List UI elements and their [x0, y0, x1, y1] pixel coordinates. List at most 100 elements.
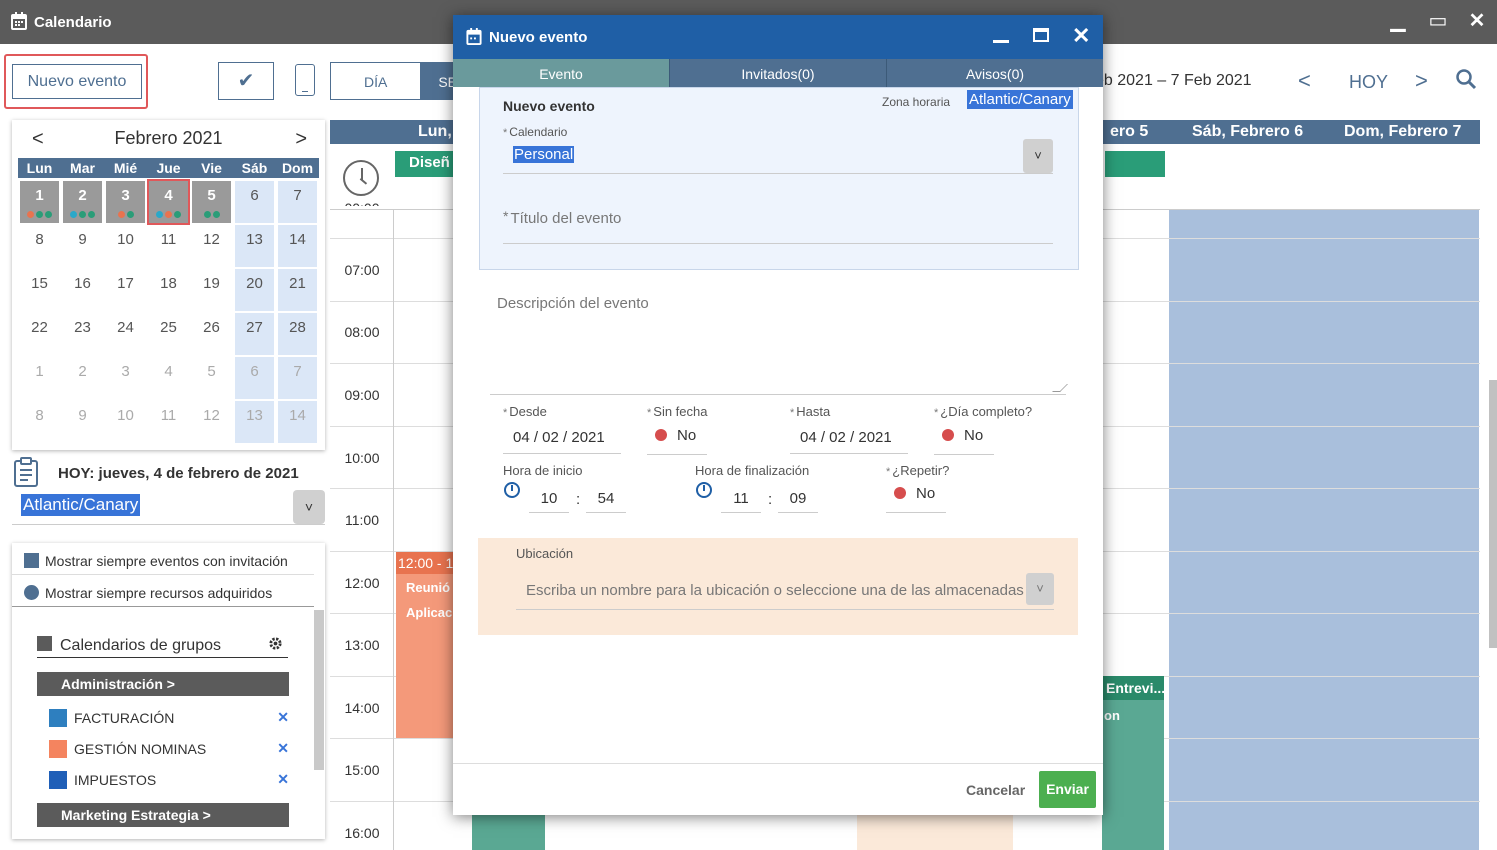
- calendar-facturacion[interactable]: FACTURACIÓN ✕: [49, 709, 289, 727]
- event-block[interactable]: [857, 815, 1013, 850]
- header-sunday[interactable]: Dom, Febrero 7: [1344, 123, 1461, 141]
- repeat-toggle[interactable]: No: [886, 485, 946, 513]
- dialog-minimize-button[interactable]: [993, 27, 1009, 43]
- day-cell[interactable]: 3: [106, 357, 145, 399]
- today-button[interactable]: HOY: [1349, 72, 1388, 93]
- close-button[interactable]: ✕: [1464, 8, 1490, 33]
- day-cell[interactable]: 7: [278, 357, 317, 399]
- day-cell[interactable]: 20: [235, 269, 274, 311]
- day-cell[interactable]: 8: [20, 225, 59, 267]
- search-icon[interactable]: [1455, 68, 1477, 90]
- day-cell[interactable]: 1: [20, 181, 59, 223]
- mini-next-button[interactable]: >: [295, 128, 307, 151]
- start-hour-input[interactable]: 10: [529, 485, 569, 513]
- day-cell[interactable]: 21: [278, 269, 317, 311]
- day-cell[interactable]: 11: [149, 401, 188, 443]
- dialog-close-button[interactable]: ✕: [1072, 23, 1090, 49]
- remove-icon[interactable]: ✕: [277, 709, 289, 726]
- day-cell[interactable]: 6: [235, 357, 274, 399]
- next-button[interactable]: >: [1415, 68, 1428, 94]
- timezone-value[interactable]: Atlantic/Canary: [967, 90, 1073, 109]
- event-title-input[interactable]: * Título del evento: [503, 208, 1053, 244]
- allday-event-friday[interactable]: [1105, 151, 1165, 177]
- day-cell[interactable]: 16: [63, 269, 102, 311]
- day-cell[interactable]: 5: [192, 357, 231, 399]
- group-marketing[interactable]: Marketing Estrategia >: [37, 803, 289, 827]
- day-cell[interactable]: 27: [235, 313, 274, 355]
- calendar-impuestos[interactable]: IMPUESTOS ✕: [49, 771, 289, 789]
- prev-button[interactable]: <: [1298, 68, 1311, 94]
- event-block[interactable]: [472, 815, 545, 850]
- day-cell[interactable]: 11: [149, 225, 188, 267]
- day-cell[interactable]: 18: [149, 269, 188, 311]
- day-cell[interactable]: 12: [192, 401, 231, 443]
- clipboard-icon[interactable]: [14, 457, 38, 487]
- header-monday[interactable]: Lun,: [418, 123, 452, 141]
- minimize-button[interactable]: ▁: [1385, 8, 1411, 33]
- day-cell[interactable]: 23: [63, 313, 102, 355]
- dialog-maximize-button[interactable]: [1033, 28, 1049, 42]
- show-invitations-option[interactable]: Mostrar siempre eventos con invitación: [24, 553, 288, 569]
- day-cell[interactable]: 15: [20, 269, 59, 311]
- header-friday[interactable]: ero 5: [1110, 123, 1148, 141]
- day-cell[interactable]: 2: [63, 357, 102, 399]
- day-cell[interactable]: 7: [278, 181, 317, 223]
- day-cell[interactable]: 17: [106, 269, 145, 311]
- view-day-button[interactable]: DÍA: [330, 62, 422, 100]
- calendar-scrollbar[interactable]: [1489, 380, 1497, 648]
- panel-scrollbar[interactable]: [314, 610, 324, 770]
- to-date-input[interactable]: 04 / 02 / 2021: [790, 422, 908, 454]
- day-cell[interactable]: 25: [149, 313, 188, 355]
- chevron-down-icon[interactable]: ˅: [1026, 573, 1054, 605]
- day-cell[interactable]: 1: [20, 357, 59, 399]
- from-date-input[interactable]: 04 / 02 / 2021: [503, 422, 621, 454]
- maximize-button[interactable]: ▭: [1425, 8, 1451, 33]
- day-cell[interactable]: 9: [63, 225, 102, 267]
- day-cell[interactable]: 3: [106, 181, 145, 223]
- cancel-button[interactable]: Cancelar: [966, 782, 1025, 798]
- day-cell[interactable]: 2: [63, 181, 102, 223]
- day-cell-today[interactable]: 4: [147, 179, 190, 225]
- send-button[interactable]: Enviar: [1039, 771, 1096, 808]
- header-saturday[interactable]: Sáb, Febrero 6: [1192, 123, 1303, 141]
- check-button[interactable]: ✔: [218, 62, 274, 100]
- end-minute-input[interactable]: 09: [778, 485, 818, 513]
- day-cell[interactable]: 28: [278, 313, 317, 355]
- day-cell[interactable]: 12: [192, 225, 231, 267]
- day-cell[interactable]: 10: [106, 225, 145, 267]
- day-cell[interactable]: 9: [63, 401, 102, 443]
- remove-icon[interactable]: ✕: [277, 740, 289, 757]
- tab-avisos[interactable]: Avisos(0): [887, 59, 1103, 87]
- tab-evento[interactable]: Evento: [453, 59, 670, 87]
- calendar-select[interactable]: Personal ˅: [503, 139, 1053, 174]
- calendar-gestion-nominas[interactable]: GESTIÓN NOMINAS ✕: [49, 740, 289, 758]
- day-cell[interactable]: 4: [149, 357, 188, 399]
- day-cell[interactable]: 13: [235, 401, 274, 443]
- day-cell[interactable]: 26: [192, 313, 231, 355]
- day-cell[interactable]: 19: [192, 269, 231, 311]
- show-resources-option[interactable]: Mostrar siempre recursos adquiridos: [24, 585, 272, 601]
- day-cell[interactable]: 13: [235, 225, 274, 267]
- remove-icon[interactable]: ✕: [277, 771, 289, 788]
- new-event-button[interactable]: Nuevo evento: [12, 64, 142, 99]
- day-cell[interactable]: 6: [235, 181, 274, 223]
- day-cell[interactable]: 8: [20, 401, 59, 443]
- saturday-column[interactable]: [1169, 210, 1324, 850]
- mobile-icon[interactable]: [295, 64, 315, 96]
- start-minute-input[interactable]: 54: [586, 485, 626, 513]
- end-hour-input[interactable]: 11: [721, 485, 761, 513]
- description-textarea[interactable]: Descripción del evento: [490, 285, 1068, 395]
- gear-icon[interactable]: [268, 636, 283, 651]
- chevron-down-icon[interactable]: ˅: [293, 490, 325, 524]
- allday-toggle[interactable]: No: [934, 427, 994, 455]
- group-administracion[interactable]: Administración >: [37, 672, 289, 696]
- day-cell[interactable]: 10: [106, 401, 145, 443]
- sunday-column[interactable]: [1324, 210, 1479, 850]
- day-cell[interactable]: 24: [106, 313, 145, 355]
- timezone-select[interactable]: Atlantic/Canary ˅: [12, 490, 325, 525]
- tab-invitados[interactable]: Invitados(0): [670, 59, 887, 87]
- day-cell[interactable]: 14: [278, 225, 317, 267]
- nodate-toggle[interactable]: No: [647, 427, 707, 455]
- day-cell[interactable]: 5: [192, 181, 231, 223]
- day-cell[interactable]: 22: [20, 313, 59, 355]
